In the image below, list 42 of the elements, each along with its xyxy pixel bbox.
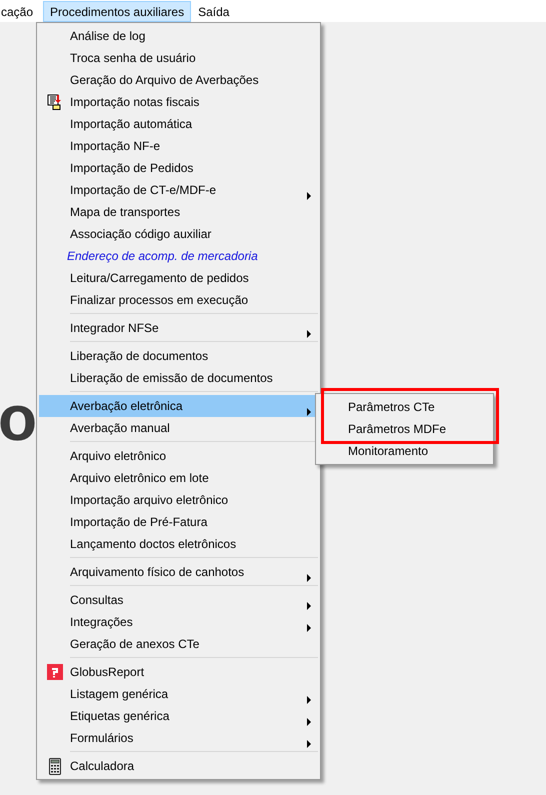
menu-item[interactable]: Troca senha de usuário	[39, 47, 318, 69]
menu-item[interactable]: Parâmetros CTe	[318, 396, 491, 418]
menu-item[interactable]: Mapa de transportes	[39, 201, 318, 223]
menu-bar-item[interactable]: cação	[0, 1, 40, 22]
menu-item[interactable]: Importação arquivo eletrônico	[39, 489, 318, 511]
menu-item[interactable]: Arquivamento físico de canhotos	[39, 561, 318, 583]
menu-item[interactable]: Formulários	[39, 727, 318, 749]
report-icon	[46, 664, 62, 680]
menu-item[interactable]: Análise de log	[39, 25, 318, 47]
menu-item[interactable]: Importação NF-e	[39, 135, 318, 157]
menu-item[interactable]: Consultas	[39, 589, 318, 611]
menu-item[interactable]: GlobusReport	[39, 661, 318, 683]
menu-item[interactable]: Arquivo eletrônico	[39, 445, 318, 467]
menu-item[interactable]: Averbação eletrônica	[39, 395, 318, 417]
menu-item[interactable]: Associação código auxiliar	[39, 223, 318, 245]
menu-item[interactable]: Liberação de documentos	[39, 345, 318, 367]
menu-item[interactable]: Listagem genérica	[39, 683, 318, 705]
menu-item[interactable]: Importação de CT-e/MDF-e	[39, 179, 318, 201]
menu-item[interactable]: Etiquetas genérica	[39, 705, 318, 727]
document-icon	[46, 94, 62, 110]
menu-item[interactable]: Importação de Pré-Fatura	[39, 511, 318, 533]
menu-item[interactable]: Geração do Arquivo de Averbações	[39, 69, 318, 91]
menu-item[interactable]: Geração de anexos CTe	[39, 633, 318, 655]
menu-item[interactable]: Integrações	[39, 611, 318, 633]
menu-item[interactable]: Endereço de acomp. de mercadoria	[39, 245, 318, 267]
menu-bar-item[interactable]: Procedimentos auxiliares	[43, 1, 192, 22]
menu-item[interactable]: Lançamento doctos eletrônicos	[39, 533, 318, 555]
menu-item[interactable]: Monitoramento	[318, 440, 491, 462]
menu-bar-item[interactable]: Saída	[191, 1, 236, 22]
menu-item[interactable]: Finalizar processos em execução	[39, 289, 318, 311]
calculator-icon	[48, 758, 60, 774]
menu-item[interactable]: Importação de Pedidos	[39, 157, 318, 179]
logo-text: o	[0, 386, 38, 450]
menu-item[interactable]: Integrador NFSe	[39, 317, 318, 339]
menu-item[interactable]: Averbação manual	[39, 417, 318, 439]
menu-item[interactable]: Liberação de emissão de documentos	[39, 367, 318, 389]
menu-item[interactable]: Calculadora	[39, 755, 318, 777]
menu-item[interactable]: Arquivo eletrônico em lote	[39, 467, 318, 489]
menu-item[interactable]: Importação automática	[39, 113, 318, 135]
menu-item[interactable]: Leitura/Carregamento de pedidos	[39, 267, 318, 289]
menu-item[interactable]: Importação notas fiscais	[39, 91, 318, 113]
menu-item[interactable]: Parâmetros MDFe	[318, 418, 491, 440]
